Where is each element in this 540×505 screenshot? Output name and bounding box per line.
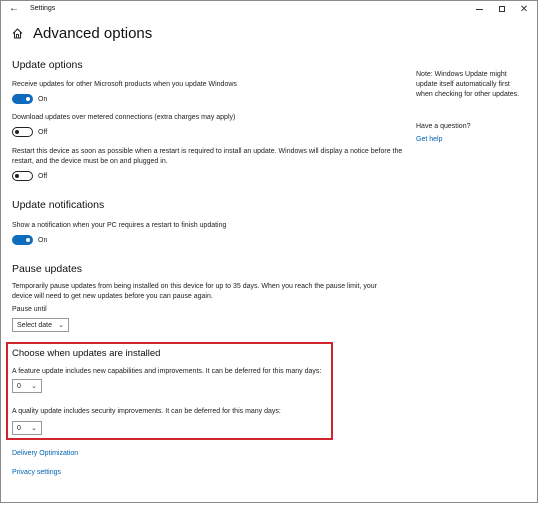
- other-products-toggle[interactable]: [12, 94, 33, 104]
- pause-date-select[interactable]: Select date ⌄: [12, 318, 69, 332]
- restart-toggle[interactable]: [12, 171, 33, 181]
- chevron-down-icon: ⌄: [31, 383, 37, 390]
- other-products-toggle-state: On: [38, 95, 48, 103]
- feature-update-label: A feature update includes new capabiliti…: [12, 368, 322, 375]
- minimize-icon: [475, 8, 483, 10]
- home-icon[interactable]: [12, 28, 23, 39]
- update-options-heading: Update options: [12, 59, 83, 71]
- restart-label-line1: Restart this device as soon as possible …: [12, 148, 403, 155]
- restart-toggle-row: Off: [12, 171, 47, 181]
- side-question: Have a question?: [416, 123, 471, 130]
- quality-update-label: A quality update includes security impro…: [12, 408, 281, 415]
- pause-until-label: Pause until: [12, 306, 47, 313]
- side-note-line3: when checking for other updates.: [416, 91, 520, 98]
- chevron-down-icon: ⌄: [58, 322, 64, 329]
- notification-toggle-row: On: [12, 235, 47, 245]
- notification-label: Show a notification when your PC require…: [12, 222, 227, 229]
- maximize-icon: [499, 6, 505, 12]
- other-products-label: Receive updates for other Microsoft prod…: [12, 81, 237, 88]
- metered-toggle[interactable]: [12, 127, 33, 137]
- restart-label-line2: restart, and the device must be on and p…: [12, 158, 168, 165]
- side-note-line2: update itself automatically first: [416, 81, 510, 88]
- pause-updates-heading: Pause updates: [12, 263, 83, 275]
- delivery-optimization-link[interactable]: Delivery Optimization: [12, 450, 78, 457]
- chevron-down-icon: ⌄: [31, 425, 37, 432]
- metered-label: Download updates over metered connection…: [12, 114, 236, 121]
- other-products-toggle-row: On: [12, 94, 47, 104]
- get-help-link[interactable]: Get help: [416, 136, 442, 143]
- privacy-settings-link[interactable]: Privacy settings: [12, 469, 61, 476]
- page-title: Advanced options: [33, 25, 153, 42]
- minimize-button[interactable]: [472, 3, 486, 15]
- settings-window: ← Settings ✕ Advanced options Update opt…: [0, 0, 538, 503]
- maximize-button[interactable]: [495, 3, 509, 15]
- restart-toggle-state: Off: [38, 172, 48, 180]
- pause-desc-line2: device will need to get new updates befo…: [12, 293, 213, 300]
- quality-defer-value: 0: [17, 424, 21, 432]
- feature-defer-value: 0: [17, 382, 21, 390]
- notification-toggle[interactable]: [12, 235, 33, 245]
- metered-toggle-state: Off: [38, 128, 48, 136]
- title-bar: ← Settings ✕: [1, 1, 537, 19]
- feature-defer-select[interactable]: 0 ⌄: [12, 379, 42, 393]
- pause-date-value: Select date: [17, 321, 53, 329]
- pause-desc-line1: Temporarily pause updates from being ins…: [12, 283, 377, 290]
- close-button[interactable]: ✕: [517, 3, 531, 15]
- app-title: Settings: [30, 5, 56, 12]
- defer-heading: Choose when updates are installed: [12, 348, 161, 359]
- back-arrow-icon[interactable]: ←: [9, 4, 19, 14]
- quality-defer-select[interactable]: 0 ⌄: [12, 421, 42, 435]
- update-notifications-heading: Update notifications: [12, 199, 105, 211]
- side-note-line1: Note: Windows Update might: [416, 71, 507, 78]
- notification-toggle-state: On: [38, 236, 48, 244]
- metered-toggle-row: Off: [12, 127, 47, 137]
